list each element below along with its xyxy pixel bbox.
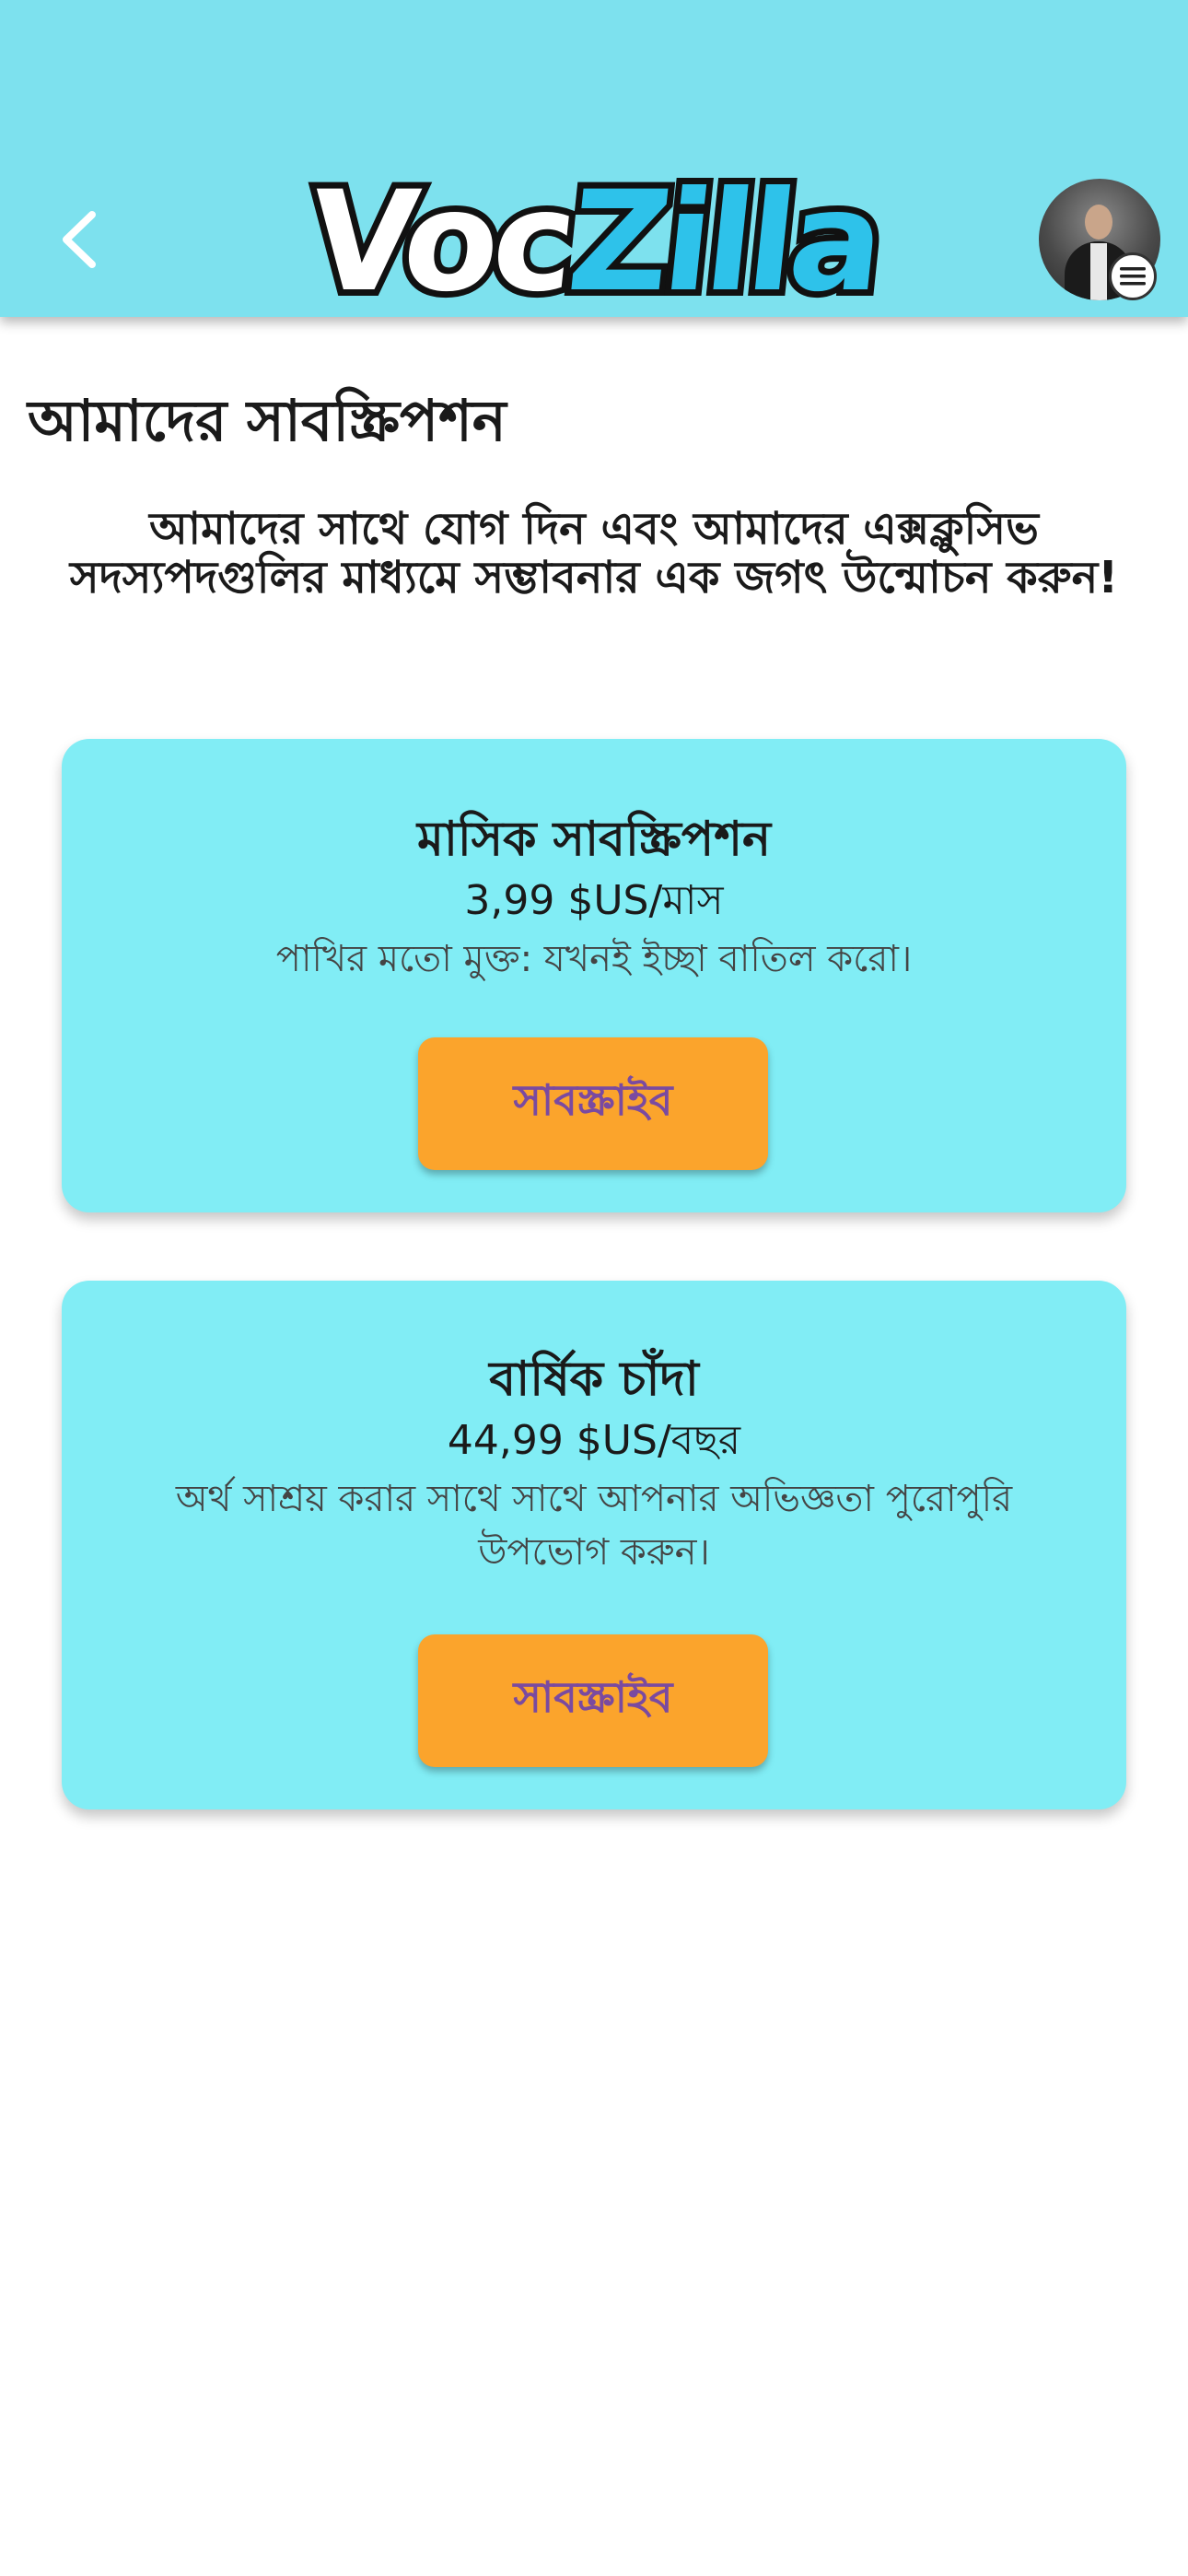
back-button[interactable] [37, 193, 120, 286]
plan-description: অর্থ সাশ্রয় করার সাথে সাথে আপনার অভিজ্ঞ… [175, 1478, 1013, 1574]
chevron-left-icon [63, 211, 96, 268]
plan-description: পাখির মতো মুক্ত: যখনই ইচ্ছা বাতিল করো। [275, 938, 913, 980]
plan-price: 3,99 $US/মাস [464, 877, 724, 924]
app-header: Voc Zilla [0, 0, 1188, 329]
plan-name: মাসিক সাবস্ক্রিপশন [416, 812, 772, 867]
subscribe-yearly-button[interactable]: সাবস্ক্রাইব [418, 1634, 768, 1767]
monthly-plan-card: মাসিক সাবস্ক্রিপশন 3,99 $US/মাস পাখির মত… [62, 739, 1126, 1212]
hamburger-menu-icon [1120, 267, 1146, 286]
intro-text: আমাদের সাথে যোগ দিন এবং আমাদের এক্সক্লুস… [69, 503, 1119, 603]
profile-menu-button[interactable] [1109, 252, 1157, 300]
subscribe-monthly-button[interactable]: সাবস্ক্রাইব [418, 1037, 768, 1170]
logo-text-zilla: Zilla [555, 156, 893, 329]
voczilla-logo: Voc Zilla [296, 156, 892, 329]
logo-text-voc: Voc [296, 156, 585, 329]
page-title: আমাদের সাবস্ক্রিপশন [28, 387, 507, 454]
yearly-plan-card: বার্ষিক চাঁদা 44,99 $US/বছর অর্থ সাশ্রয়… [62, 1281, 1126, 1809]
plan-price: 44,99 $US/বছর [447, 1417, 741, 1464]
plan-name: বার্ষিক চাঁদা [489, 1352, 699, 1407]
